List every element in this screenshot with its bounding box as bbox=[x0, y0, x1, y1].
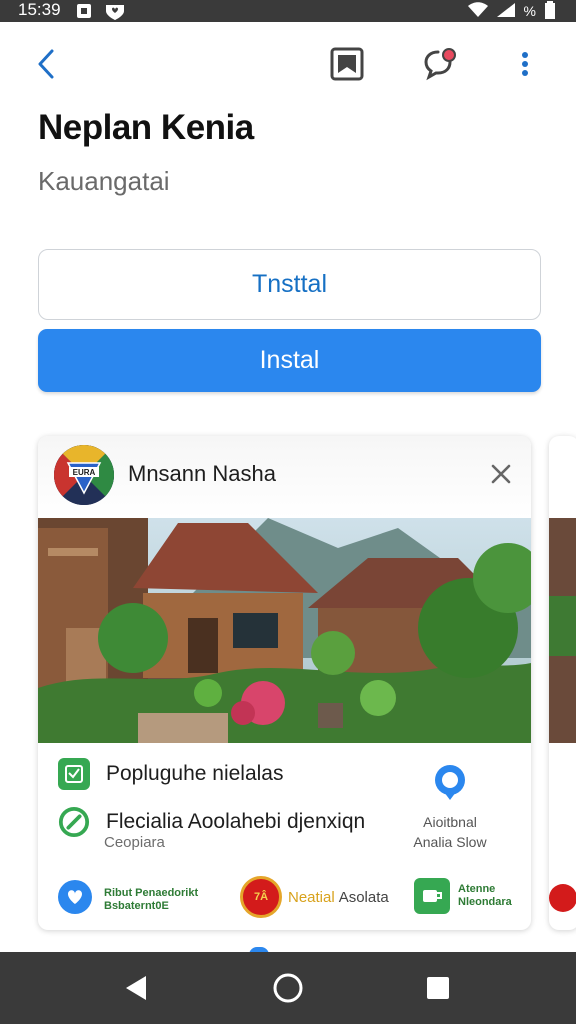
partner-2-text-b: Asolata bbox=[338, 888, 389, 906]
partner-badge-icon: 7Â bbox=[240, 876, 282, 918]
card-name: Mnsann Nasha bbox=[128, 461, 276, 486]
more-vert-icon[interactable] bbox=[503, 42, 547, 86]
status-time: 15:39 bbox=[18, 0, 61, 19]
battery-text: % bbox=[523, 3, 536, 19]
village-photo[interactable] bbox=[38, 518, 531, 743]
location-pin-icon[interactable] bbox=[430, 762, 470, 807]
status-icons: % bbox=[467, 0, 556, 22]
bookmark-icon[interactable] bbox=[325, 42, 369, 86]
partner-logo-3[interactable]: Atenne Nleondara bbox=[414, 878, 512, 914]
top-app-bar bbox=[0, 22, 576, 108]
back-arrow-icon[interactable] bbox=[24, 42, 68, 86]
system-nav-bar bbox=[0, 952, 576, 1024]
side-label-2: Analia Slow bbox=[413, 834, 487, 850]
signal-icon bbox=[496, 2, 516, 21]
partner-2-text-a: Neatial bbox=[288, 888, 335, 906]
partner-3-line1: Atenne bbox=[458, 883, 496, 895]
partner-2-badge: 7Â bbox=[253, 891, 269, 903]
app-subtitle: Kauangatai bbox=[38, 166, 170, 196]
app-title: Neplan Kenia bbox=[38, 108, 254, 147]
avatar[interactable]: EURA bbox=[54, 445, 114, 505]
avatar-text: EURA bbox=[73, 468, 96, 477]
featured-card[interactable]: EURA Mnsann Nasha Popluguhe nielalas Fle… bbox=[38, 436, 531, 930]
nav-home-icon[interactable] bbox=[266, 966, 310, 1010]
partner-logo-2[interactable]: 7Â Neatial Asolata bbox=[240, 876, 389, 918]
partner-1-line2: Bsbaternt0E bbox=[104, 899, 169, 912]
partner-1-line1: Ribut Penaedorikt bbox=[104, 886, 199, 899]
heart-chat-icon bbox=[56, 878, 94, 921]
partner-3-line2: Nleondara bbox=[458, 896, 512, 908]
close-icon[interactable] bbox=[481, 454, 521, 494]
wifi-icon bbox=[467, 1, 488, 21]
feature-label-2: Flecialia Aoolahebi djenxiqn bbox=[106, 810, 366, 833]
feature-circle-slash-icon bbox=[58, 806, 90, 838]
install-button[interactable]: Instal bbox=[38, 329, 541, 392]
status-bar: 15:39 % bbox=[0, 0, 576, 22]
battery-icon bbox=[544, 0, 556, 22]
feature-check-icon bbox=[58, 758, 90, 790]
partner-cup-icon bbox=[414, 878, 450, 914]
feature-row-1[interactable]: Popluguhe nielalas bbox=[58, 758, 283, 790]
next-card-peek[interactable] bbox=[549, 436, 576, 930]
feature-label-1: Popluguhe nielalas bbox=[106, 762, 284, 785]
partner-logos: Ribut Penaedorikt Bsbaternt0E 7Â Neatial… bbox=[38, 876, 531, 920]
side-label-1: Aioitbnal bbox=[423, 814, 477, 830]
notification-square-icon bbox=[76, 3, 92, 24]
feature-sublabel-2: Ceopiara bbox=[104, 834, 165, 851]
partner-logo-1[interactable]: Ribut Penaedorikt Bsbaternt0E bbox=[56, 878, 198, 921]
nav-back-icon[interactable] bbox=[114, 966, 158, 1010]
nav-recents-icon[interactable] bbox=[416, 966, 460, 1010]
chat-bubble-notification-icon[interactable] bbox=[418, 42, 462, 86]
card-header: EURA Mnsann Nasha bbox=[38, 436, 531, 518]
install-outline-button[interactable]: Tnsttal bbox=[38, 249, 541, 320]
